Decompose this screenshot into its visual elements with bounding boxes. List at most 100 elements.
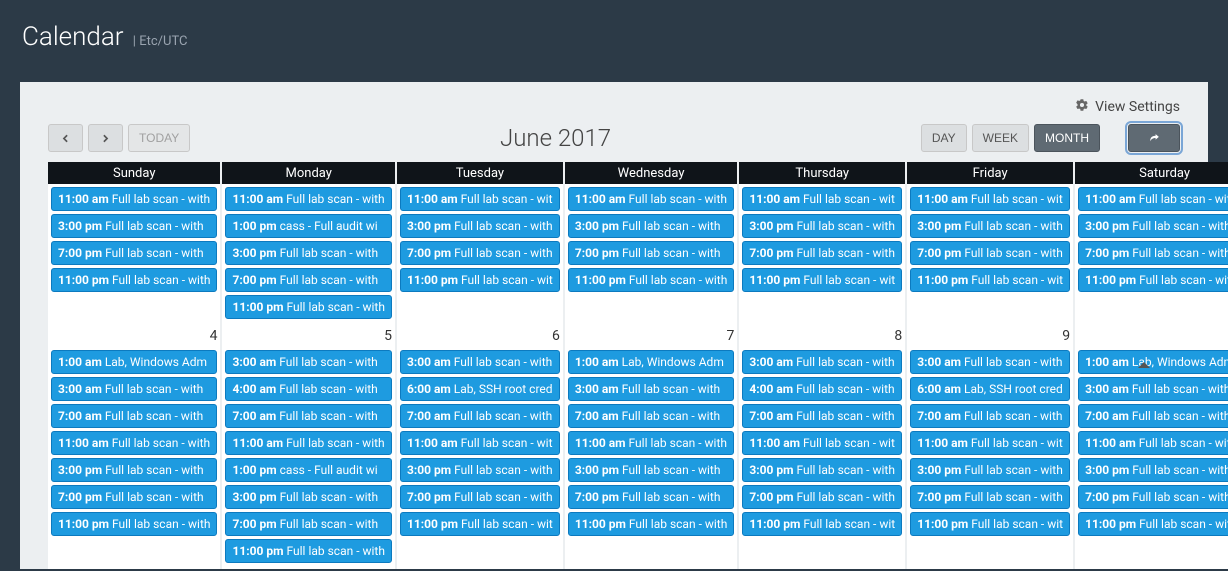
calendar-event[interactable]: 7:00 am Full lab scan - with (225, 404, 391, 428)
calendar-event[interactable]: 3:00 am Full lab scan - witho (1078, 377, 1228, 401)
calendar-event[interactable]: 6:00 am Lab, SSH root cred (910, 377, 1070, 401)
calendar-event[interactable]: 3:00 am Full lab scan - with (910, 350, 1070, 374)
calendar-event[interactable]: 3:00 pm Full lab scan - with (51, 214, 217, 238)
calendar-event[interactable]: 11:00 pm Full lab scan - wit (910, 512, 1070, 536)
prev-button[interactable] (48, 124, 83, 152)
calendar-event[interactable]: 7:00 pm Full lab scan - with (910, 485, 1070, 509)
calendar-event[interactable]: 11:00 pm Full lab scan - with (568, 512, 734, 536)
calendar-event[interactable]: 1:00 am Lab, Windows Adm (51, 350, 217, 374)
day-number[interactable]: 5 (222, 325, 396, 347)
day-cell: 11:00 am Full lab scan - wit 3:00 pm Full… (397, 184, 565, 325)
calendar-event[interactable]: 3:00 pm Full lab scan - with (400, 214, 560, 238)
calendar-event[interactable]: 11:00 pm Full lab scan - wit (400, 512, 560, 536)
calendar-event[interactable]: 11:00 am Full lab scan - witho (1078, 187, 1228, 211)
calendar-event[interactable]: 11:00 am Full lab scan - with (1078, 431, 1228, 455)
calendar-event[interactable]: 11:00 pm Full lab scan - with (225, 539, 391, 563)
calendar-event[interactable]: 3:00 am Full lab scan - with (742, 350, 902, 374)
day-number[interactable]: 4 (48, 325, 222, 347)
event-title: Full lab scan - with (276, 382, 377, 396)
calendar-event[interactable]: 7:00 am Full lab scan - with (568, 404, 734, 428)
calendar-event[interactable]: 7:00 pm Full lab scan - with (400, 485, 560, 509)
calendar-event[interactable]: 11:00 am Full lab scan - with (51, 187, 217, 211)
day-number[interactable]: 9 (907, 325, 1075, 347)
calendar-event[interactable]: 7:00 pm Full lab scan - witho (1078, 485, 1228, 509)
calendar-event[interactable]: 3:00 am Full lab scan - with (51, 377, 217, 401)
calendar-event[interactable]: 1:00 am Lab, Windows Adm (1078, 350, 1228, 374)
calendar-event[interactable]: 3:00 pm Full lab scan - with (910, 458, 1070, 482)
calendar-event[interactable]: 7:00 am Full lab scan - with (742, 404, 902, 428)
calendar-event[interactable]: 7:00 am Full lab scan - witho (1078, 404, 1228, 428)
calendar-event[interactable]: 11:00 am Full lab scan - with (51, 431, 217, 455)
calendar-event[interactable]: 7:00 pm Full lab scan - with (225, 268, 391, 292)
calendar-event[interactable]: 3:00 pm Full lab scan - with (225, 485, 391, 509)
calendar-event[interactable]: 7:00 am Full lab scan - with (910, 404, 1070, 428)
calendar-event[interactable]: 4:00 am Full lab scan - with (225, 377, 391, 401)
calendar-event[interactable]: 1:00 pm cass - Full audit wi (225, 458, 391, 482)
day-cell: 1:00 am Lab, Windows Adm 3:00 am Full lab… (565, 347, 739, 569)
calendar-event[interactable]: 7:00 pm Full lab scan - with (51, 485, 217, 509)
calendar-event[interactable]: 11:00 pm Full lab scan - wit (400, 268, 560, 292)
scroll-up-icon[interactable] (1138, 362, 1150, 368)
calendar-event[interactable]: 11:00 am Full lab scan - with (568, 187, 734, 211)
calendar-event[interactable]: 7:00 am Full lab scan - with (51, 404, 217, 428)
calendar-event[interactable]: 7:00 pm Full lab scan - with (742, 241, 902, 265)
day-number[interactable]: 6 (397, 325, 565, 347)
calendar-event[interactable]: 11:00 pm Full lab scan - with (51, 512, 217, 536)
event-time: 1:00 pm (232, 219, 276, 233)
day-number[interactable]: 10 (1075, 325, 1228, 347)
calendar-event[interactable]: 4:00 am Full lab scan - with (742, 377, 902, 401)
view-week-button[interactable]: WEEK (972, 124, 1029, 152)
calendar-event[interactable]: 11:00 pm Full lab scan - wit (742, 268, 902, 292)
calendar-event[interactable]: 11:00 pm Full lab scan - wit (742, 512, 902, 536)
calendar-event[interactable]: 11:00 pm Full lab scan - with (51, 268, 217, 292)
view-settings-link[interactable]: View Settings (1095, 99, 1180, 115)
calendar-event[interactable]: 11:00 am Full lab scan - wit (400, 431, 560, 455)
calendar-event[interactable]: 7:00 pm Full lab scan - with (400, 241, 560, 265)
calendar-event[interactable]: 7:00 pm Full lab scan - with (568, 485, 734, 509)
calendar-event[interactable]: 1:00 pm cass - Full audit wi (225, 214, 391, 238)
calendar-event[interactable]: 11:00 pm Full lab scan - wit (910, 268, 1070, 292)
calendar-event[interactable]: 3:00 am Full lab scan - with (400, 350, 560, 374)
calendar-event[interactable]: 3:00 pm Full lab scan - witho (1078, 214, 1228, 238)
calendar-event[interactable]: 3:00 pm Full lab scan - with (400, 458, 560, 482)
calendar-event[interactable]: 6:00 am Lab, SSH root cred (400, 377, 560, 401)
calendar-event[interactable]: 11:00 am Full lab scan - wit (400, 187, 560, 211)
day-number[interactable]: 8 (739, 325, 907, 347)
calendar-event[interactable]: 3:00 pm Full lab scan - witho (1078, 458, 1228, 482)
calendar-event[interactable]: 7:00 pm Full lab scan - with (225, 512, 391, 536)
calendar-event[interactable]: 7:00 pm Full lab scan - with (742, 485, 902, 509)
view-day-button[interactable]: DAY (921, 124, 967, 152)
calendar-event[interactable]: 3:00 pm Full lab scan - with (742, 214, 902, 238)
calendar-event[interactable]: 7:00 am Full lab scan - with (400, 404, 560, 428)
share-button[interactable] (1128, 124, 1180, 152)
calendar-event[interactable]: 7:00 pm Full lab scan - with (568, 241, 734, 265)
calendar-event[interactable]: 11:00 am Full lab scan - wit (742, 187, 902, 211)
calendar-event[interactable]: 1:00 am Lab, Windows Adm (568, 350, 734, 374)
view-month-button[interactable]: MONTH (1034, 124, 1100, 152)
calendar-event[interactable]: 7:00 pm Full lab scan - with (910, 241, 1070, 265)
calendar-event[interactable]: 3:00 pm Full lab scan - with (742, 458, 902, 482)
next-button[interactable] (88, 124, 123, 152)
calendar-event[interactable]: 11:00 am Full lab scan - with (568, 431, 734, 455)
calendar-event[interactable]: 3:00 pm Full lab scan - with (568, 458, 734, 482)
calendar-event[interactable]: 11:00 pm Full lab scan - with (225, 295, 391, 319)
today-button[interactable]: TODAY (128, 124, 190, 152)
calendar-event[interactable]: 3:00 pm Full lab scan - with (225, 241, 391, 265)
calendar-event[interactable]: 11:00 am Full lab scan - wit (742, 431, 902, 455)
calendar-event[interactable]: 11:00 pm Full lab scan - with (1078, 512, 1228, 536)
calendar-event[interactable]: 11:00 am Full lab scan - with (225, 187, 391, 211)
calendar-event[interactable]: 7:00 pm Full lab scan - witho (1078, 241, 1228, 265)
calendar-event[interactable]: 7:00 pm Full lab scan - with (51, 241, 217, 265)
day-number[interactable]: 7 (565, 325, 739, 347)
calendar-event[interactable]: 3:00 am Full lab scan - with (568, 377, 734, 401)
calendar-event[interactable]: 3:00 pm Full lab scan - with (910, 214, 1070, 238)
calendar-event[interactable]: 3:00 am Full lab scan - with (225, 350, 391, 374)
calendar-event[interactable]: 3:00 pm Full lab scan - with (568, 214, 734, 238)
calendar-event[interactable]: 11:00 pm Full lab scan - with (1078, 268, 1228, 292)
calendar-event[interactable]: 11:00 am Full lab scan - wit (910, 431, 1070, 455)
calendar-event[interactable]: 3:00 pm Full lab scan - with (51, 458, 217, 482)
calendar-event[interactable]: 11:00 am Full lab scan - with (225, 431, 391, 455)
calendar-event[interactable]: 11:00 am Full lab scan - wit (910, 187, 1070, 211)
calendar-event[interactable]: 11:00 pm Full lab scan - with (568, 268, 734, 292)
col-saturday: Saturday (1075, 162, 1228, 184)
